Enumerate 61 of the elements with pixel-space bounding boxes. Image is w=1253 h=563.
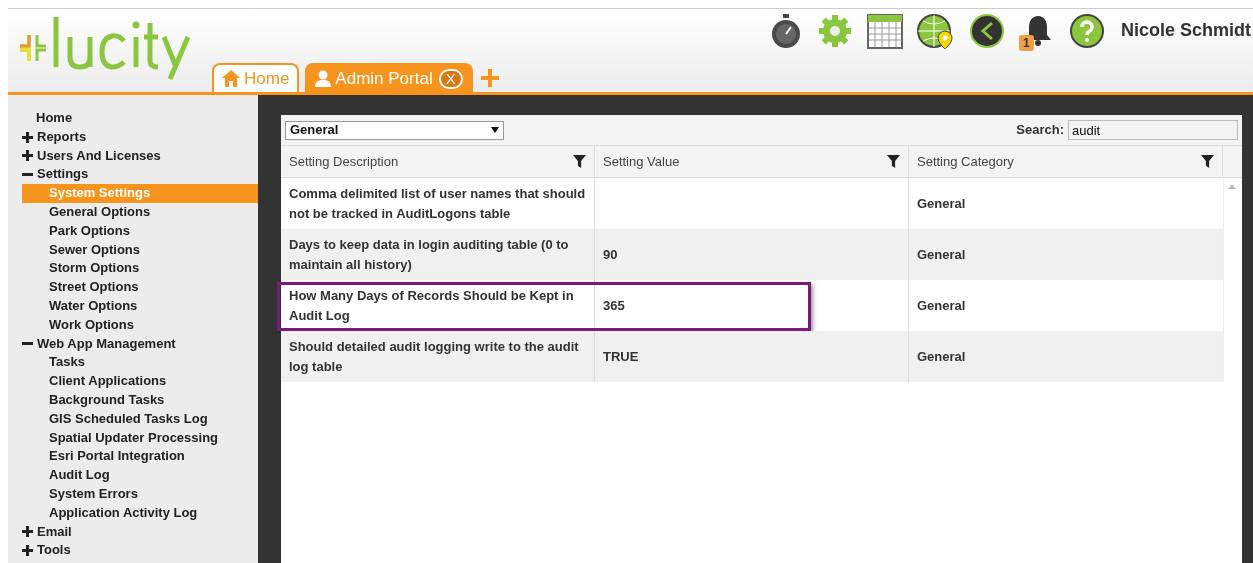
column-header-label: Setting Description: [289, 152, 399, 171]
sidebar-item[interactable]: System Errors: [22, 484, 258, 504]
table-cell-text: 90: [603, 245, 618, 264]
sidebar-item[interactable]: Street Options: [22, 278, 258, 297]
plus-icon: [22, 526, 33, 538]
table-row[interactable]: Should detailed audit logging write to the audit log table TRUE General: [281, 331, 1223, 382]
plus-icon: [22, 131, 33, 143]
logo-mark-icon: [18, 33, 48, 63]
table-cell-text: General: [917, 347, 966, 366]
sidebar-item[interactable]: Tasks: [22, 353, 258, 373]
sidebar-item[interactable]: Background Tasks: [22, 390, 258, 410]
table-cell-text: General: [917, 245, 966, 264]
tab-label: Admin Portal: [335, 67, 433, 90]
plus-icon: [22, 150, 33, 162]
search-label: Search:: [1016, 121, 1064, 140]
sidebar-item[interactable]: Settings: [8, 165, 258, 185]
user-name[interactable]: Nicole Schmidt: [1120, 17, 1251, 44]
dropdown-caret-icon: [491, 127, 499, 133]
sidebar-item[interactable]: Sewer Options: [22, 240, 258, 260]
filter-icon[interactable]: [887, 155, 900, 168]
sidebar-item[interactable]: Audit Log: [22, 466, 258, 485]
category-dropdown[interactable]: General: [285, 120, 504, 140]
sidebar-item[interactable]: Storm Options: [22, 259, 258, 279]
table-cell: Should detailed audit logging write to the audit log table: [281, 331, 595, 382]
table-cell-text: General: [917, 194, 966, 213]
globe-pin-icon[interactable]: [916, 13, 955, 49]
person-icon: [315, 70, 332, 87]
sidebar-item[interactable]: GIS Scheduled Tasks Log: [22, 409, 258, 429]
plus-icon: [22, 545, 33, 557]
sidebar-item[interactable]: Client Applications: [22, 372, 258, 391]
sidebar-item[interactable]: Users And Licenses: [8, 146, 258, 166]
notification-badge: 1: [1018, 35, 1034, 51]
filter-icon[interactable]: [573, 155, 586, 168]
clock-icon[interactable]: [968, 13, 1005, 49]
sidebar-item[interactable]: Spatial Updater Processing: [22, 428, 258, 448]
sidebar-item[interactable]: Water Options: [22, 296, 258, 316]
calendar-icon[interactable]: [866, 13, 903, 49]
sidebar-item[interactable]: Tools: [8, 541, 258, 561]
sidebar-item[interactable]: Web App Management: [8, 334, 258, 354]
table-row[interactable]: Days to keep data in login auditing table (0 to maintain all history) 90 General: [281, 229, 1223, 280]
tab-label: Home: [244, 67, 290, 90]
column-header[interactable]: Setting Value: [595, 146, 909, 177]
sidebar-item[interactable]: Home: [8, 109, 258, 128]
table-cell-text: 365: [603, 296, 625, 315]
column-header-label: Setting Category: [917, 152, 1014, 171]
sidebar-item[interactable]: Esri Portal Integration: [22, 447, 258, 467]
sidebar-item[interactable]: General Options: [22, 203, 258, 222]
sidebar-item[interactable]: Work Options: [22, 315, 258, 335]
column-header[interactable]: Setting Description: [281, 146, 595, 177]
sidebar-item[interactable]: Reports: [8, 127, 258, 147]
search-field[interactable]: audit: [1068, 120, 1238, 140]
filter-icon[interactable]: [1201, 155, 1214, 168]
sidebar-item[interactable]: Email: [8, 522, 258, 542]
table-cell-text: TRUE: [603, 347, 639, 366]
table-cell-text: General: [917, 296, 966, 315]
home-icon: [222, 70, 240, 87]
sidebar-item[interactable]: Park Options: [22, 221, 258, 241]
sidebar-item[interactable]: Application Activity Log: [22, 503, 258, 523]
column-header-label: Setting Value: [603, 152, 680, 171]
help-icon[interactable]: [1068, 13, 1105, 49]
column-header[interactable]: Setting Category: [909, 146, 1223, 177]
